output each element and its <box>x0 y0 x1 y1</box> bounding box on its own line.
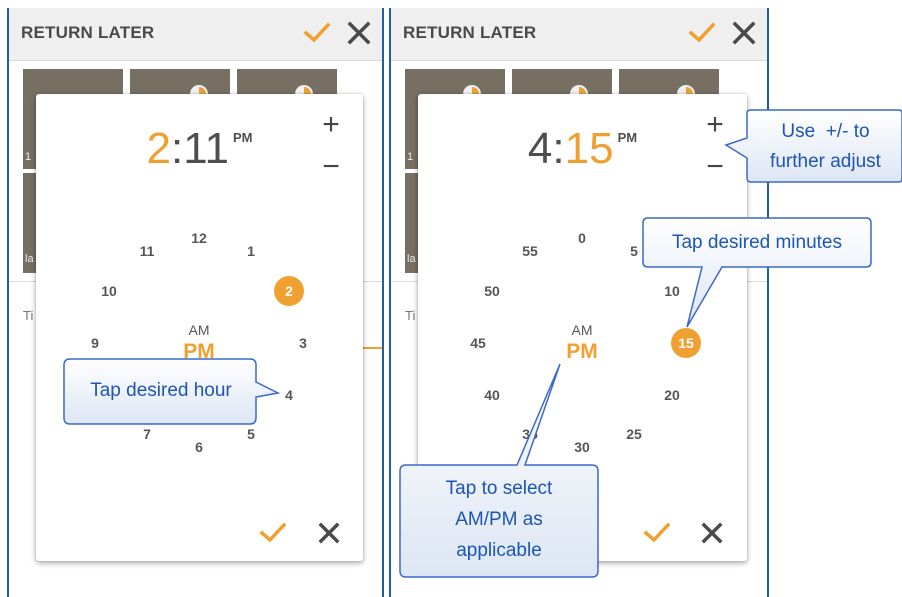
callout-ampm-line: Tap to select <box>445 478 553 499</box>
callout-ampm-line: AM/PM as <box>455 509 543 530</box>
callout-minutes-text: Tap desired minutes <box>671 232 843 253</box>
callout-adjust-text: Use +/- to further adjust <box>749 117 902 177</box>
callout-hour-text: Tap desired hour <box>90 380 232 401</box>
callout-adjust-line: Use +/- to <box>781 121 870 142</box>
callout-ampm-line: applicable <box>456 540 542 561</box>
callout-adjust-line: further adjust <box>770 151 881 172</box>
callout-ampm-text: Tap to select AM/PM as applicable <box>402 473 596 566</box>
